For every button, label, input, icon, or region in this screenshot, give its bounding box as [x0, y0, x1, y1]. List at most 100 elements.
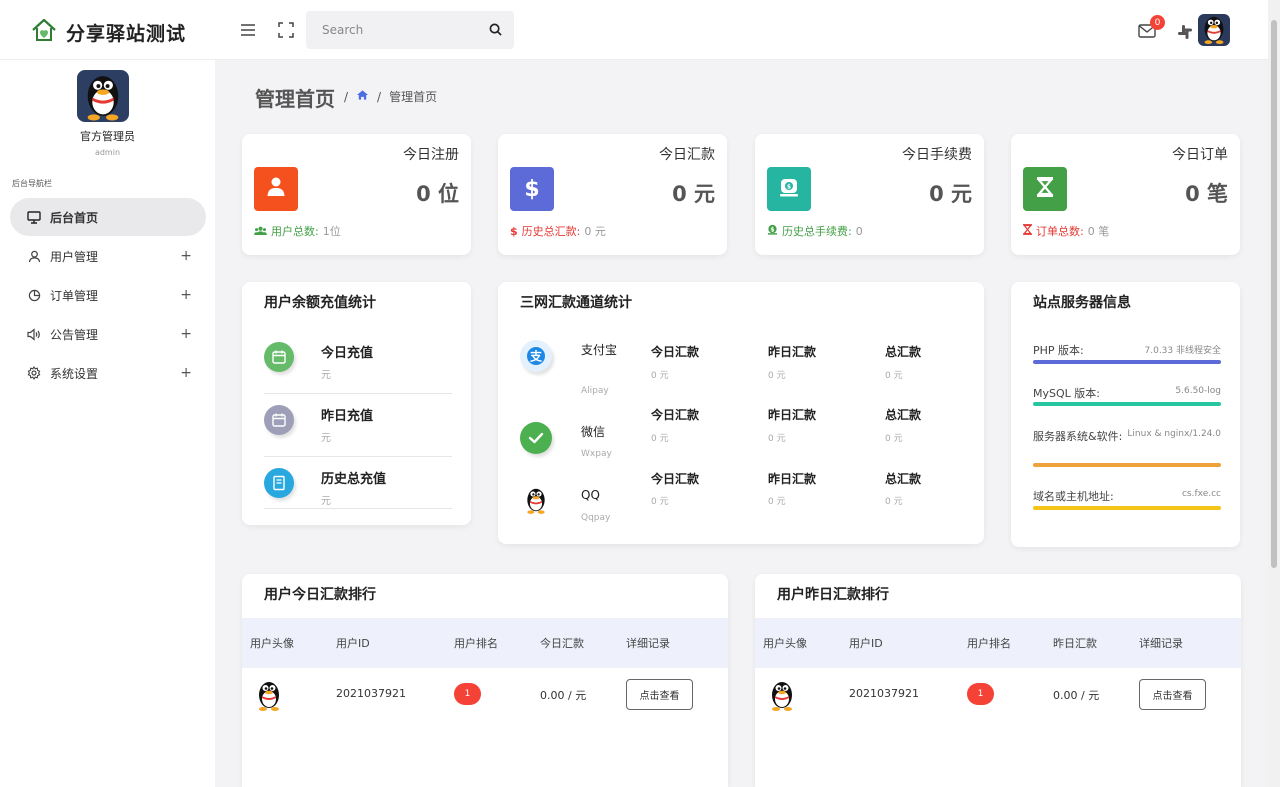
table-header-cell: 用户排名	[967, 637, 1011, 650]
view-details-button[interactable]: 点击查看	[1139, 679, 1206, 710]
channel-value: 0 元	[768, 434, 786, 444]
user-id: 2021037921	[849, 687, 919, 700]
channel-value: 0 元	[651, 371, 669, 381]
stat-value: 0 元	[929, 182, 972, 206]
table-header-cell: 详细记录	[626, 637, 670, 650]
table-header-cell: 用户头像	[250, 637, 294, 650]
sidebar-item-settings[interactable]: 系统设置 +	[10, 354, 206, 392]
stat-footer-value: 1位	[322, 225, 341, 238]
channel-col-header: 总汇款	[885, 345, 922, 359]
stat-footer-value: 0 笔	[1087, 225, 1110, 238]
recharge-label: 今日充值	[321, 346, 374, 361]
recharge-label: 昨日充值	[321, 409, 374, 424]
stat-footer: 订单总数: 0 笔	[1023, 223, 1109, 239]
card-title: 用户余额充值统计	[264, 295, 376, 311]
channel-value: 0 元	[651, 497, 669, 507]
svg-text:$: $	[787, 184, 791, 191]
recharge-row-total: 历史总充值 元	[264, 458, 452, 509]
stat-value: 0 笔	[1185, 182, 1228, 206]
channel-col-header: 昨日汇款	[768, 472, 817, 486]
svg-text:支: 支	[529, 349, 543, 364]
card-title: 用户今日汇款排行	[264, 587, 376, 603]
server-label: 服务器系统&软件:	[1033, 430, 1123, 443]
mail-badge: 0	[1150, 15, 1165, 30]
channel-sub: Wxpay	[581, 449, 612, 459]
sidebar-item-users[interactable]: 用户管理 +	[10, 237, 206, 275]
brand-name: 分享驿站测试	[66, 22, 187, 45]
amount: 0.00 / 元	[540, 689, 587, 702]
server-value: Linux & nginx/1.24.0	[1127, 429, 1221, 439]
rank-badge: 1	[967, 683, 994, 705]
stat-footer-value: 0 元	[584, 225, 606, 238]
sidebar-user-role: admin	[94, 148, 121, 157]
sidebar-item-dashboard[interactable]: 后台首页	[10, 198, 206, 236]
card-title: 用户昨日汇款排行	[777, 587, 889, 603]
sidebar-item-announcements[interactable]: 公告管理 +	[10, 315, 206, 353]
gear-icon	[26, 365, 42, 381]
expand-icon[interactable]: +	[180, 326, 192, 342]
menu-toggle-icon[interactable]	[238, 20, 258, 40]
stat-title: 今日汇款	[659, 147, 715, 163]
page-scrollbar[interactable]	[1268, 0, 1280, 787]
user-avatar	[254, 678, 284, 712]
book-icon	[264, 468, 294, 498]
channel-col-header: 今日汇款	[651, 408, 700, 422]
recharge-row-today: 今日充值 元	[264, 332, 452, 394]
page-title: 管理首页	[255, 87, 335, 111]
channel-value: 0 元	[768, 497, 786, 507]
stat-footer-label: 历史总汇款:	[521, 225, 581, 238]
fullscreen-icon[interactable]	[276, 20, 296, 40]
rank-today-card: 用户今日汇款排行 用户头像 用户ID 用户排名 今日汇款 详细记录 202103…	[242, 574, 728, 787]
expand-icon[interactable]: +	[180, 365, 192, 381]
dollar-icon: $	[524, 176, 540, 202]
stat-footer-label: 历史总手续费:	[782, 225, 852, 238]
channel-col-header: 今日汇款	[651, 345, 700, 359]
channel-col-header: 总汇款	[885, 472, 922, 486]
channel-value: 0 元	[885, 434, 903, 444]
stat-footer-value: 0	[855, 224, 863, 238]
rank-yesterday-card: 用户昨日汇款排行 用户头像 用户ID 用户排名 昨日汇款 详细记录 202103…	[755, 574, 1241, 787]
channel-name: 支付宝	[581, 343, 618, 357]
top-avatar[interactable]	[1198, 14, 1230, 46]
wechat-icon	[520, 422, 552, 454]
stat-card-fee: 今日手续费 $ 0 元 $ 历史总手续费: 0	[755, 134, 984, 255]
stat-icon-bg: $	[510, 167, 554, 211]
breadcrumb-separator: /	[377, 89, 382, 104]
scrollbar-thumb[interactable]	[1271, 20, 1277, 568]
sidebar-item-label: 系统设置	[50, 366, 99, 381]
search-box	[306, 11, 514, 49]
channel-col-header: 昨日汇款	[768, 408, 817, 422]
search-icon[interactable]	[489, 21, 502, 40]
stat-footer: 用户总数: 1位	[254, 223, 341, 239]
server-bar	[1033, 402, 1221, 406]
recharge-stats-card: 用户余额充值统计 今日充值 元 昨日充值 元 历史总充值 元	[242, 282, 471, 525]
brand[interactable]: 分享驿站测试	[30, 16, 186, 48]
sidebar-item-label: 公告管理	[50, 327, 99, 342]
sidebar-item-orders[interactable]: 订单管理 +	[10, 276, 206, 314]
hourglass-icon	[1023, 224, 1032, 238]
table-header-cell: 用户头像	[763, 637, 807, 650]
sidebar-avatar[interactable]	[77, 70, 129, 122]
dollar-icon: $	[510, 224, 518, 238]
stat-card-orders: 今日订单 0 笔 订单总数: 0 笔	[1011, 134, 1240, 255]
breadcrumb-home-icon[interactable]	[356, 89, 369, 104]
expand-icon[interactable]: +	[180, 248, 192, 264]
slack-icon[interactable]	[1175, 22, 1195, 42]
mail-button[interactable]: 0	[1137, 15, 1165, 42]
table-header: 用户头像 用户ID 用户排名 今日汇款 详细记录	[242, 618, 728, 668]
recharge-row-yesterday: 昨日充值 元	[264, 395, 452, 457]
stat-value: 0 元	[672, 182, 715, 206]
expand-icon[interactable]: +	[180, 287, 192, 303]
view-details-button[interactable]: 点击查看	[626, 679, 693, 710]
sidebar-section-title: 后台导航栏	[12, 179, 52, 188]
amount: 0.00 / 元	[1053, 689, 1100, 702]
stat-icon-bg	[1023, 167, 1067, 211]
channel-value: 0 元	[885, 497, 903, 507]
table-header-cell: 昨日汇款	[1053, 637, 1097, 650]
sidebar-item-label: 用户管理	[50, 249, 99, 264]
server-value: cs.fxe.cc	[1181, 489, 1221, 499]
top-bar: 分享驿站测试 0	[0, 0, 1268, 60]
money-bag-icon: $	[767, 224, 778, 238]
card-title: 三网汇款通道统计	[520, 295, 632, 311]
search-input[interactable]	[322, 23, 489, 37]
